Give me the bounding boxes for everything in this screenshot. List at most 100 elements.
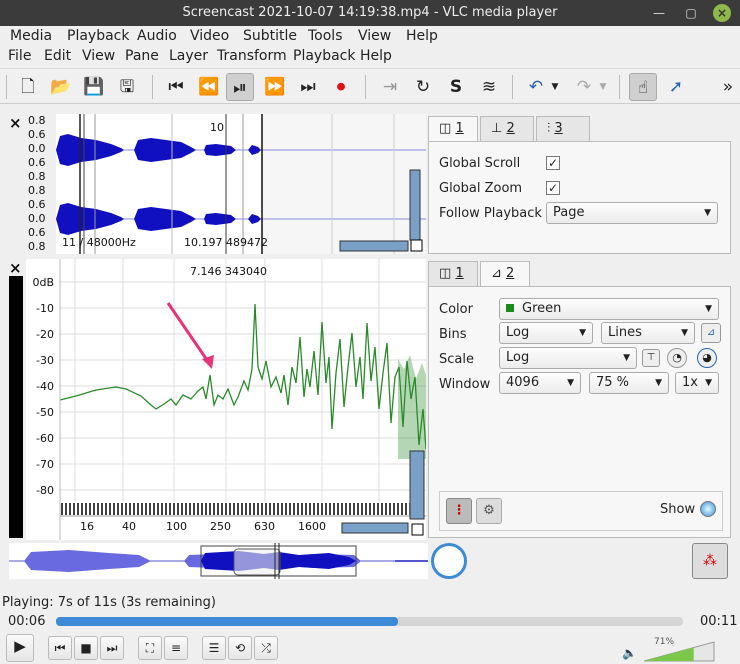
loop-button[interactable]: ⟲ [228, 636, 252, 660]
close-icon[interactable]: × [713, 4, 731, 22]
show-toggle[interactable] [700, 501, 716, 517]
menu-tools[interactable]: Tools [308, 28, 343, 44]
lines-select[interactable]: Lines ▼ [601, 322, 695, 344]
tick: 0.0 [28, 212, 46, 225]
menu-playback-app[interactable]: Playback [293, 48, 355, 64]
more-icon[interactable]: » [718, 73, 738, 101]
open-folder-icon[interactable]: 📂 [47, 73, 75, 101]
menu-pane[interactable]: Pane [125, 48, 159, 64]
spectrum-readout: 7.146 343040 [190, 265, 267, 278]
zoom-select[interactable]: 1x ▼ [675, 372, 719, 394]
freq-tick: 40 [122, 520, 136, 533]
undo-icon[interactable]: ↶ [522, 73, 550, 101]
maximize-icon[interactable]: ▢ [682, 4, 700, 22]
pane1-tab-1[interactable]: ◫ 1 [428, 116, 478, 142]
waveform-marker: 10 [210, 121, 224, 134]
rewind-icon[interactable]: ⏪ [195, 73, 223, 101]
menu-video[interactable]: Video [190, 28, 229, 44]
window-size-select[interactable]: 4096 ▼ [499, 372, 581, 394]
toolbar: 🗋 📂 💾 🖫 ⏮ ⏪ ⏯ ⏩ ⏭ ⏺ ⇥ ↻ S ≋ ↶ ▼ ↷ ▼ ☝ ➚ … [0, 68, 740, 104]
pane1-tab-3[interactable]: ⫶ 3 [536, 116, 590, 142]
forward-end-icon[interactable]: ⏭ [294, 73, 322, 101]
minimize-icon[interactable]: — [650, 4, 668, 22]
layer-controls: ⋮ ⚙ Show [439, 491, 723, 531]
previous-button[interactable]: ⏮ [48, 636, 72, 660]
tab-label: 3 [554, 121, 563, 136]
close-waveform-pane[interactable]: × [9, 114, 22, 132]
global-zoom-label: Global Zoom [439, 181, 523, 196]
bins-select[interactable]: Log ▼ [499, 322, 593, 344]
select-icon[interactable]: ➚ [662, 73, 690, 101]
global-scroll-checkbox[interactable]: ✓ [546, 156, 560, 170]
menu-view[interactable]: View [358, 28, 391, 44]
play-selection-icon[interactable]: ⇥ [376, 73, 404, 101]
extended-settings-button[interactable]: ≡ [164, 636, 188, 660]
tab-label: 1 [455, 266, 464, 281]
tab-label: 1 [455, 121, 464, 136]
overview-zoom-dial[interactable] [431, 543, 467, 579]
tick: 0.6 [28, 198, 46, 211]
play-layer-icon[interactable]: ⋮ [446, 498, 472, 524]
undo-menu-icon[interactable]: ▼ [548, 73, 562, 101]
play-button[interactable]: ▶ [6, 634, 34, 662]
layer-settings-icon[interactable]: ⚙ [476, 498, 502, 524]
shuffle-button[interactable]: ⤮ [254, 636, 278, 660]
tick: 0.6 [28, 156, 46, 169]
close-spectrum-pane[interactable]: × [9, 259, 22, 277]
color-select[interactable]: Green ▼ [499, 298, 719, 320]
menu-audio[interactable]: Audio [137, 28, 177, 44]
rewind-start-icon[interactable]: ⏮ [162, 73, 190, 101]
follow-value: Page [553, 205, 585, 220]
freq-tick: 100 [166, 520, 187, 533]
menu-help[interactable]: Help [406, 28, 438, 44]
spectrum-view[interactable] [26, 259, 426, 540]
menu-subtitle[interactable]: Subtitle [243, 28, 297, 44]
playlist-button[interactable]: ☰ [202, 636, 226, 660]
tab-label: 2 [506, 266, 515, 281]
menu-media[interactable]: Media [10, 28, 52, 44]
follow-playback-select[interactable]: Page ▼ [546, 202, 718, 224]
redo-menu-icon[interactable]: ▼ [596, 73, 610, 101]
threshold-dial-icon[interactable]: ◕ [697, 348, 717, 368]
db-tick: 0dB [32, 276, 54, 289]
overview-layer-icon[interactable]: ⁂ [692, 543, 728, 579]
fullscreen-button[interactable]: ⛶ [138, 636, 162, 660]
scale-select[interactable]: Log ▼ [499, 347, 637, 369]
navigate-icon[interactable]: ☝ [629, 73, 657, 101]
pane2-tab-1[interactable]: ◫ 1 [428, 261, 478, 287]
db-tick: -60 [36, 432, 54, 445]
seek-bar[interactable] [56, 617, 683, 626]
waveform-view[interactable] [56, 114, 426, 254]
db-tick: -70 [36, 458, 54, 471]
play-pause-icon[interactable]: ⏯ [226, 73, 254, 101]
menu-file[interactable]: File [8, 48, 31, 64]
save-icon[interactable]: 💾 [80, 73, 108, 101]
global-zoom-checkbox[interactable]: ✓ [546, 181, 560, 195]
pane2-tab-2[interactable]: ⊿ 2 [480, 261, 530, 287]
normalize-toggle-icon[interactable]: ⊤ [642, 349, 660, 367]
freq-tick: 16 [80, 520, 94, 533]
menu-help-app[interactable]: Help [360, 48, 392, 64]
fast-forward-icon[interactable]: ⏩ [261, 73, 289, 101]
menu-transform[interactable]: Transform [217, 48, 287, 64]
menu-playback[interactable]: Playback [67, 28, 129, 44]
next-button[interactable]: ⏭ [100, 636, 124, 660]
db-tick: -50 [36, 406, 54, 419]
new-file-icon[interactable]: 🗋 [14, 73, 42, 101]
redo-icon[interactable]: ↷ [570, 73, 598, 101]
speaker-icon[interactable]: 🔈 [622, 646, 637, 660]
save-as-icon[interactable]: 🖫 [113, 73, 141, 101]
menu-layer[interactable]: Layer [169, 48, 208, 64]
record-icon[interactable]: ⏺ [327, 73, 355, 101]
loop-icon[interactable]: ↻ [409, 73, 437, 101]
solo-icon[interactable]: S [442, 73, 470, 101]
overview-strip[interactable] [9, 543, 428, 579]
menu-edit[interactable]: Edit [44, 48, 71, 64]
menu-view-app[interactable]: View [82, 48, 115, 64]
overlap-select[interactable]: 75 % ▼ [589, 372, 669, 394]
normalize-icon[interactable]: ≋ [475, 73, 503, 101]
gain-dial-icon[interactable]: ◔ [667, 348, 687, 368]
pane1-tab-2[interactable]: ⊥ 2 [480, 116, 534, 142]
stop-button[interactable]: ■ [74, 636, 98, 660]
peak-toggle-icon[interactable]: ⊿ [701, 323, 721, 343]
